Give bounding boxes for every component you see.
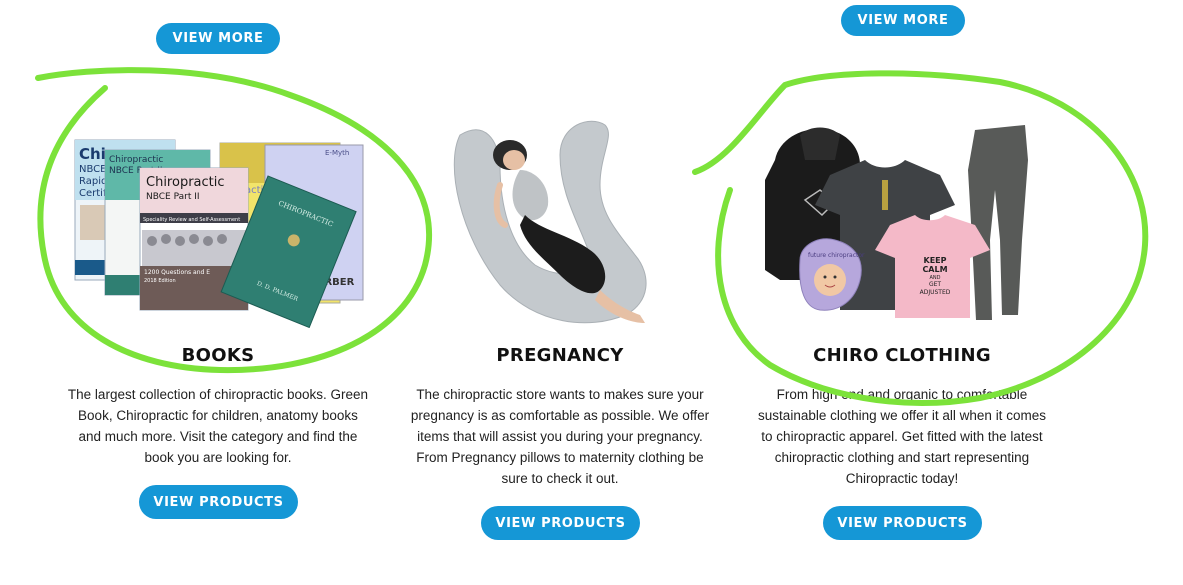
svg-text:KEEP: KEEP [924, 256, 947, 265]
svg-text:future chiropractor: future chiropractor [808, 252, 865, 259]
svg-text:ADJUSTED: ADJUSTED [920, 289, 951, 296]
books-description-line: book you are looking for. [144, 450, 292, 465]
chiro-clothing-title: CHIRO CLOTHING [813, 345, 991, 366]
books-description-line: and much more. Visit the category and fi… [78, 429, 358, 444]
pregnancy-description-line: The chiropractic store wants to makes su… [416, 387, 704, 402]
books-description: The largest collection of chiropractic b… [43, 384, 393, 468]
pregnancy-description: The chiropractic store wants to makes su… [385, 384, 735, 489]
clothing-description-line: to chiropractic apparel. Get fitted with… [761, 429, 1043, 444]
pregnancy-description-line: items that will assist you during your p… [417, 429, 703, 444]
clothing-description-line: chiropractic clothing and start represen… [774, 450, 1030, 465]
svg-text:E-Myth: E-Myth [325, 149, 349, 157]
svg-text:CALM: CALM [922, 265, 947, 274]
view-more-button-left[interactable]: VIEW MORE [156, 23, 280, 54]
svg-text:1200 Questions and E: 1200 Questions and E [144, 269, 210, 276]
books-product-image[interactable]: Chiro NBCE Rapid Certifi Chiropractic NB… [70, 135, 370, 335]
clothing-description-line: Chiropractic today! [845, 471, 959, 486]
books-title: BOOKS [181, 345, 255, 366]
books-view-products-button[interactable]: VIEW PRODUCTS [139, 485, 298, 519]
books-description-line: Book, Chiropractic for children, anatomy… [78, 408, 358, 423]
view-more-button-right[interactable]: VIEW MORE [841, 5, 965, 36]
pregnancy-description-line: sure to check it out. [501, 471, 619, 486]
clothing-description-line: From high end and organic to comfortable [776, 387, 1028, 402]
clothing-view-products-button[interactable]: VIEW PRODUCTS [823, 506, 982, 540]
clothing-description-line: sustainable clothing we offer it all whe… [758, 408, 1046, 423]
svg-text:Chiropractic: Chiropractic [109, 155, 163, 165]
pregnancy-pillow-image[interactable] [440, 115, 665, 335]
svg-text:GET: GET [929, 281, 941, 288]
svg-text:2018 Edition: 2018 Edition [144, 278, 176, 284]
svg-text:Speciality Review and Self-Ass: Speciality Review and Self-Assessment [143, 217, 240, 223]
svg-text:Chiropractic: Chiropractic [146, 175, 225, 190]
svg-text:NBCE Part II: NBCE Part II [146, 192, 200, 202]
pregnancy-view-products-button[interactable]: VIEW PRODUCTS [481, 506, 640, 540]
clothing-product-image[interactable]: future chiropractor KEEP CALM AND GET AD… [760, 120, 1050, 325]
pregnancy-description-line: From Pregnancy pillows to maternity clot… [416, 450, 704, 465]
svg-text:Rapid: Rapid [79, 176, 107, 187]
svg-text:NBCE: NBCE [79, 164, 106, 175]
pregnancy-description-line: pregnancy is as comfortable as possible.… [410, 408, 710, 423]
books-description-line: The largest collection of chiropractic b… [67, 387, 369, 402]
pregnancy-title: PREGNANCY [496, 345, 624, 366]
chiro-clothing-description: From high end and organic to comfortable… [727, 384, 1077, 489]
